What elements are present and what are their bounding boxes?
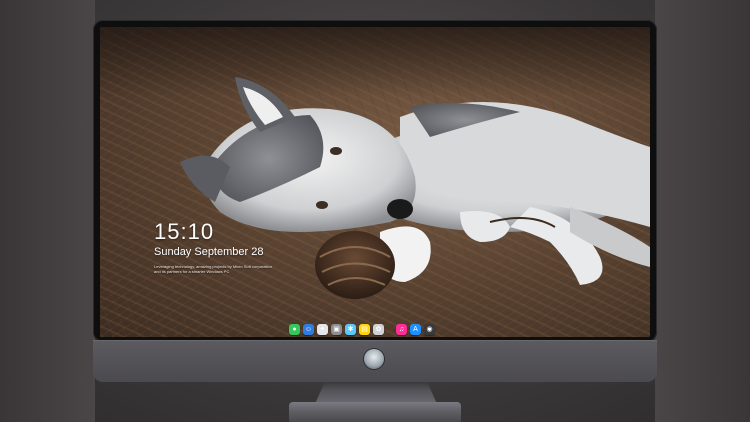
messages-icon[interactable]: ● [289, 323, 300, 335]
photos-icon[interactable]: ✿ [373, 323, 384, 335]
preview-icon[interactable]: ▣ [331, 323, 342, 335]
background-right [655, 0, 750, 422]
dock: ● ☺ ✦ ▣ ✱ ▤ ✿ ♫ A ◉ [289, 322, 435, 336]
monitor-bezel: 15:10 Sunday September 28 Leveraging tec… [93, 20, 657, 342]
brand-logo-icon [364, 349, 384, 369]
app-store-icon[interactable]: A [410, 323, 421, 335]
monitor-stand-base [289, 402, 461, 422]
itunes-icon[interactable]: ♫ [396, 323, 407, 335]
finder-icon[interactable]: ☺ [303, 323, 314, 335]
safari-icon[interactable]: ✦ [317, 323, 328, 335]
camera-icon[interactable]: ◉ [424, 323, 435, 335]
lock-screen[interactable]: 15:10 Sunday September 28 Leveraging tec… [100, 27, 650, 337]
lock-date: Sunday September 28 [154, 246, 264, 258]
wallpaper-husky [180, 77, 650, 299]
lock-clock: 15:10 [154, 219, 215, 244]
background-left [0, 0, 95, 422]
monitor-stand-neck [315, 382, 437, 404]
imovie-icon[interactable]: ✱ [345, 323, 356, 335]
notes-icon[interactable]: ▤ [359, 323, 370, 335]
monitor: 15:10 Sunday September 28 Leveraging tec… [93, 20, 657, 382]
monitor-chin [93, 340, 657, 382]
wallpaper-caption[interactable]: Leveraging technology, amazing projects … [154, 264, 274, 274]
